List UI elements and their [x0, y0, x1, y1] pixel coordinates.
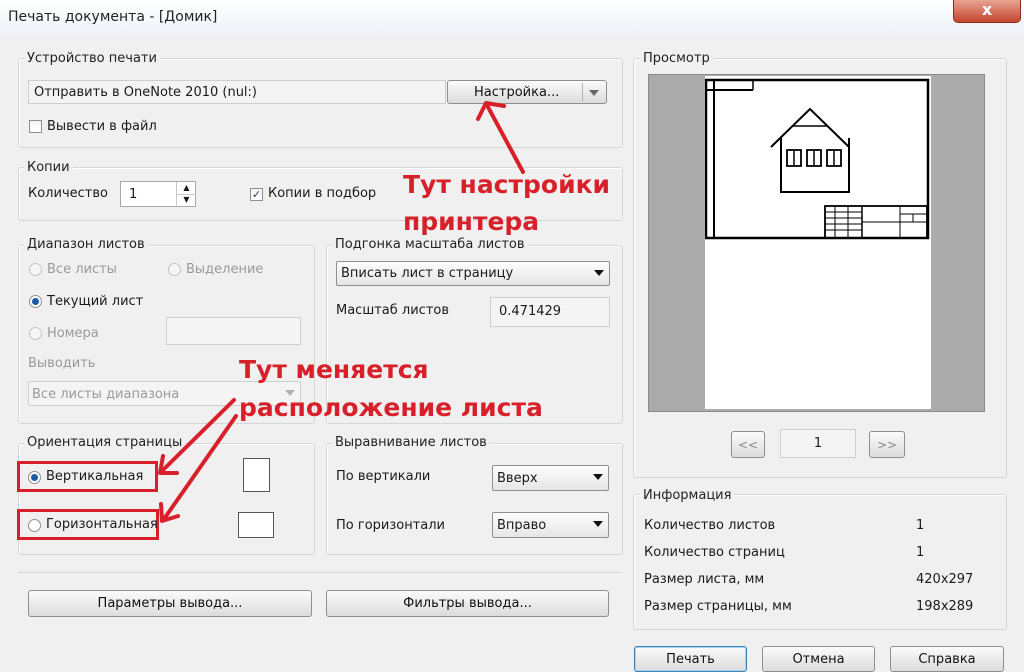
copies-group-label: Копии — [24, 160, 73, 175]
all-sheets-radio[interactable] — [29, 263, 42, 276]
scale-group-label: Подгонка масштаба листов — [332, 237, 528, 252]
chevron-down-icon — [594, 270, 604, 276]
numbers-label: Номера — [47, 326, 99, 341]
drawing-sheet-preview — [705, 78, 930, 240]
scale-label: Масштаб листов — [336, 303, 450, 318]
setup-split-divider — [582, 83, 583, 101]
orientation-note-line2: расположение листа — [239, 393, 543, 422]
vertical-align-value: Вверх — [497, 471, 538, 486]
preview-group-label: Просмотр — [640, 51, 713, 66]
info-page-size-value: 198x289 — [916, 599, 974, 614]
all-sheets-label: Все листы — [47, 262, 117, 277]
next-page-label: >> — [876, 438, 898, 452]
fit-select[interactable]: Вписать лист в страницу — [336, 261, 610, 286]
portrait-radio[interactable] — [28, 471, 41, 484]
prev-page-button[interactable]: << — [731, 431, 765, 458]
horizontal-align-value: Вправо — [497, 518, 547, 533]
portrait-label: Вертикальная — [46, 469, 144, 484]
window-title: Печать документа - [Домик] — [8, 9, 218, 25]
info-page-size-label: Размер страницы, мм — [644, 599, 792, 614]
print-button-label: Печать — [666, 652, 715, 667]
print-to-file-checkbox[interactable] — [29, 120, 42, 133]
vertical-align-select[interactable]: Вверх — [492, 465, 609, 491]
setup-button[interactable]: Настройка... — [447, 80, 607, 104]
info-sheet-size-value: 420x297 — [916, 572, 974, 587]
info-group-label: Информация — [640, 488, 735, 503]
orientation-group-label: Ориентация страницы — [24, 435, 186, 450]
info-pages-label: Количество страниц — [644, 545, 785, 560]
help-button[interactable]: Справка — [890, 646, 1004, 672]
chevron-down-icon — [593, 474, 603, 480]
current-sheet-label: Текущий лист — [47, 294, 144, 309]
close-button[interactable]: x — [953, 0, 1021, 23]
numbers-input[interactable] — [166, 317, 301, 345]
separator-line — [18, 572, 621, 573]
scale-value: 0.471429 — [499, 304, 562, 319]
output-value: Все листы диапазона — [32, 387, 180, 402]
print-button[interactable]: Печать — [634, 646, 747, 672]
quantity-value: 1 — [129, 187, 138, 202]
current-sheet-radio[interactable] — [29, 295, 42, 308]
collate-label: Копии в подбор — [268, 186, 377, 201]
quantity-stepper[interactable]: 1 ▲ ▼ — [120, 181, 196, 207]
selection-radio[interactable] — [168, 263, 181, 276]
horizontal-align-select[interactable]: Вправо — [492, 512, 609, 538]
print-to-file-label: Вывести в файл — [47, 119, 157, 134]
align-group — [326, 443, 623, 555]
output-filters-button[interactable]: Фильтры вывода... — [326, 590, 609, 617]
printer-name: Отправить в OneNote 2010 (nul:) — [34, 85, 257, 100]
align-group-label: Выравнивание листов — [332, 435, 490, 450]
printer-field[interactable]: Отправить в OneNote 2010 (nul:) — [28, 80, 446, 104]
help-button-label: Справка — [918, 652, 976, 667]
setup-button-label: Настройка... — [474, 85, 560, 100]
chevron-down-icon — [593, 521, 603, 527]
info-sheets-label: Количество листов — [644, 518, 776, 533]
cancel-button-label: Отмена — [792, 652, 845, 667]
page-number-value: 1 — [813, 436, 823, 451]
horizontal-align-label: По горизонтали — [336, 518, 446, 533]
info-sheets-value: 1 — [916, 518, 925, 533]
landscape-page-icon — [238, 512, 274, 538]
landscape-radio[interactable] — [28, 519, 41, 532]
prev-page-label: << — [737, 438, 759, 452]
printer-note-line1: Тут настройки — [403, 170, 611, 199]
vertical-align-label: По вертикали — [336, 469, 431, 484]
next-page-button[interactable]: >> — [869, 431, 905, 458]
fit-value: Вписать лист в страницу — [341, 266, 514, 281]
selection-label: Выделение — [186, 262, 264, 277]
info-pages-value: 1 — [916, 545, 925, 560]
output-filters-label: Фильтры вывода... — [403, 596, 532, 611]
chevron-down-icon[interactable] — [589, 90, 599, 96]
quantity-label: Количество — [28, 186, 108, 201]
portrait-page-icon — [243, 458, 270, 492]
scale-field[interactable]: 0.471429 — [490, 297, 610, 327]
stepper-down-icon[interactable]: ▼ — [176, 194, 196, 206]
printer-group-label: Устройство печати — [24, 51, 160, 66]
page-number-field[interactable]: 1 — [780, 429, 856, 458]
range-group-label: Диапазон листов — [24, 237, 148, 252]
printer-note-line2: принтера — [403, 207, 540, 236]
numbers-radio[interactable] — [29, 327, 42, 340]
output-params-label: Параметры вывода... — [97, 596, 243, 611]
info-sheet-size-label: Размер листа, мм — [644, 572, 765, 587]
landscape-label: Горизонтальная — [46, 517, 158, 532]
orientation-note-line1: Тут меняется — [239, 355, 429, 384]
collate-checkbox[interactable]: ✓ — [250, 188, 263, 201]
output-label: Выводить — [28, 356, 96, 371]
cancel-button[interactable]: Отмена — [762, 646, 875, 672]
output-params-button[interactable]: Параметры вывода... — [28, 590, 312, 617]
